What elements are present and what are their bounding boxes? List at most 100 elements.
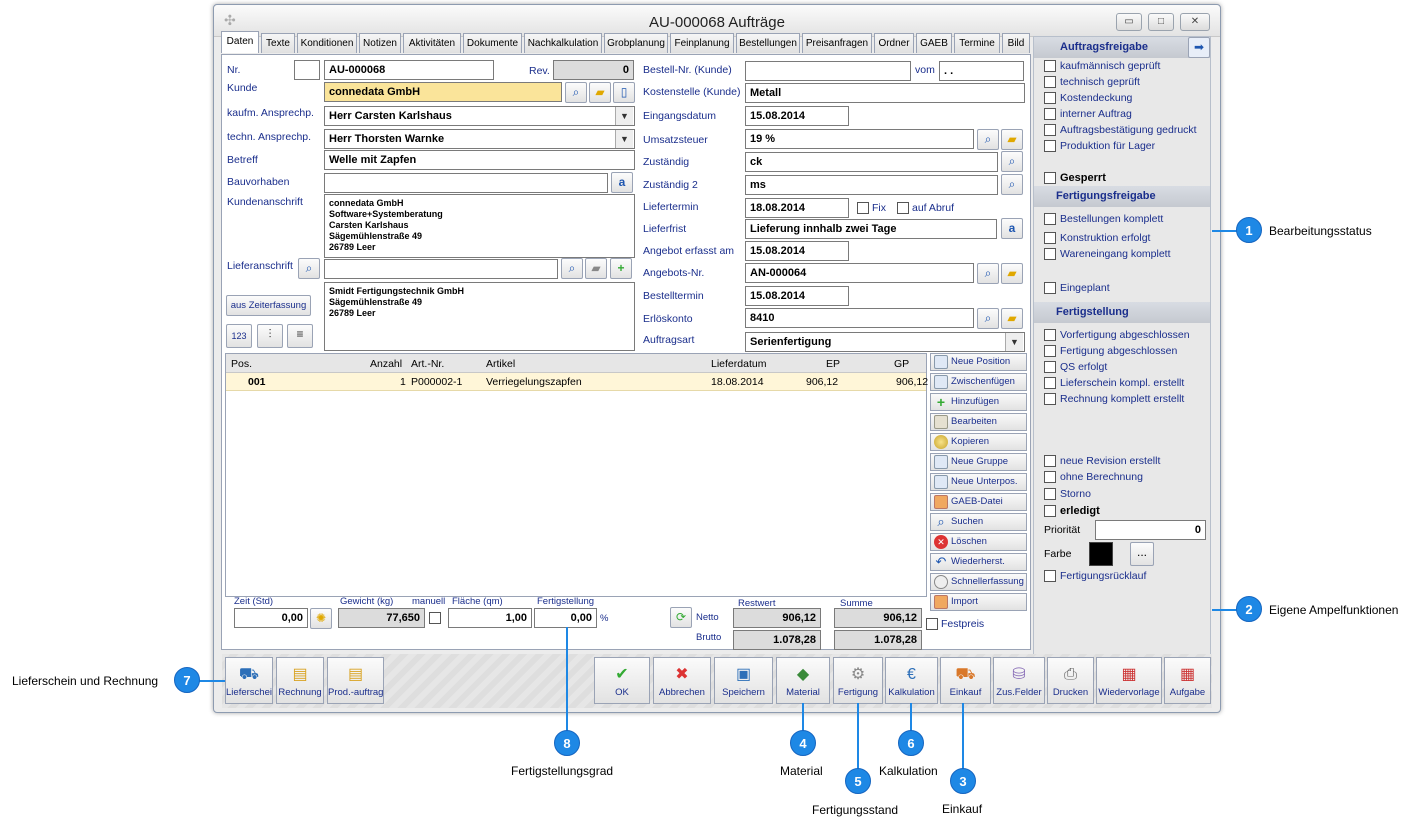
summe-brutto-field[interactable]: 1.078,28	[834, 630, 922, 650]
color-picker-button[interactable]: ...	[1130, 542, 1154, 566]
material-button[interactable]: ◆ Material	[776, 657, 830, 704]
search-icon[interactable]: ⌕	[298, 258, 320, 279]
check-vorfertigung[interactable]	[1044, 329, 1056, 341]
tab-notizen[interactable]: Notizen	[359, 33, 401, 53]
check-qs[interactable]	[1044, 361, 1056, 373]
bestelltermin-field[interactable]: 15.08.2014	[745, 286, 849, 306]
tab-aktivitaeten[interactable]: Aktivitäten	[403, 33, 461, 53]
lieferanschrift-text[interactable]: Smidt Fertigungstechnik GmbH Sägemühlens…	[324, 282, 635, 351]
zustaendig2-field[interactable]: ms	[745, 175, 998, 195]
minimize-button[interactable]: ▭	[1116, 13, 1142, 31]
tree-icon[interactable]: ⫶	[257, 324, 283, 348]
check-revision[interactable]	[1044, 455, 1056, 467]
nr-field[interactable]: AU-000068	[324, 60, 494, 80]
lightbulb-icon[interactable]: ✺	[310, 608, 332, 629]
kostenstelle-field[interactable]: Metall	[745, 83, 1025, 103]
tab-ordner[interactable]: Ordner	[874, 33, 914, 53]
import-button[interactable]: Import	[930, 593, 1027, 611]
search-icon[interactable]: ⌕	[1001, 174, 1023, 195]
zustaendig-field[interactable]: ck	[745, 152, 998, 172]
check-wareneingang[interactable]	[1044, 248, 1056, 260]
auftragsart-select[interactable]: Serienfertigung	[745, 332, 1025, 352]
bearbeiten-button[interactable]: Bearbeiten	[930, 413, 1027, 431]
close-button[interactable]: ✕	[1180, 13, 1210, 31]
hinzufuegen-button[interactable]: + Hinzufügen	[930, 393, 1027, 411]
check-fertigung[interactable]	[1044, 345, 1056, 357]
check-eingeplant[interactable]	[1044, 282, 1056, 294]
kopieren-button[interactable]: Kopieren	[930, 433, 1027, 451]
techn-select[interactable]: Herr Thorsten Warnke	[324, 129, 635, 149]
tab-grobplanung[interactable]: Grobplanung	[604, 33, 668, 53]
col-pos[interactable]: Pos.	[231, 358, 252, 370]
chevron-down-icon[interactable]: ▼	[615, 107, 633, 125]
tab-bestellungen[interactable]: Bestellungen	[736, 33, 800, 53]
check-bestellungen[interactable]	[1044, 213, 1056, 225]
kunde-field[interactable]: connedata GmbH	[324, 82, 562, 102]
col-artnr[interactable]: Art.-Nr.	[411, 358, 444, 370]
numbering-button[interactable]: 123	[226, 324, 252, 348]
neue-position-button[interactable]: Neue Position	[930, 353, 1027, 371]
tab-texte[interactable]: Texte	[261, 33, 295, 53]
ok-button[interactable]: ✔ OK	[594, 657, 650, 704]
angebotsnr-field[interactable]: AN-000064	[745, 263, 974, 283]
manuell-checkbox[interactable]	[429, 612, 441, 624]
check-konstruktion[interactable]	[1044, 232, 1056, 244]
liefertermin-field[interactable]: 18.08.2014	[745, 198, 849, 218]
wiedervorlage-button[interactable]: ▦ Wiedervorlage	[1096, 657, 1162, 704]
betreff-field[interactable]: Welle mit Zapfen	[324, 150, 635, 170]
lieferschein-button[interactable]: ⛟ Lieferschei	[225, 657, 273, 704]
text-format-icon[interactable]: a	[611, 172, 633, 193]
tab-nachkalkulation[interactable]: Nachkalkulation	[524, 33, 602, 53]
col-artikel[interactable]: Artikel	[486, 358, 515, 370]
col-anzahl[interactable]: Anzahl	[370, 358, 402, 370]
arrow-right-icon[interactable]: ➡	[1188, 37, 1210, 58]
zusfelder-button[interactable]: ⛁ Zus.Felder	[993, 657, 1045, 704]
prod-auftrag-button[interactable]: ▤ Prod.-auftrag	[327, 657, 384, 704]
gaeb-datei-button[interactable]: GAEB-Datei	[930, 493, 1027, 511]
erloeskonto-field[interactable]: 8410	[745, 308, 974, 328]
check-lieferschein[interactable]	[1044, 377, 1056, 389]
abruf-checkbox[interactable]	[897, 202, 909, 214]
col-lieferdatum[interactable]: Lieferdatum	[711, 358, 766, 370]
search-icon[interactable]: ⌕	[561, 258, 583, 279]
lieferanschrift-field[interactable]	[324, 259, 558, 279]
vom-field[interactable]: . .	[939, 61, 1024, 81]
fertigung-button[interactable]: ⚙ Fertigung	[833, 657, 883, 704]
schnellerfassung-button[interactable]: Schnellerfassung	[930, 573, 1027, 591]
neue-unterpos-button[interactable]: Neue Unterpos.	[930, 473, 1027, 491]
search-icon[interactable]: ⌕	[977, 129, 999, 150]
suchen-button[interactable]: ⌕ Suchen	[930, 513, 1027, 531]
search-icon[interactable]: ⌕	[977, 308, 999, 329]
folder-icon[interactable]: ▰	[589, 82, 611, 103]
summe-netto-field[interactable]: 906,12	[834, 608, 922, 628]
tab-dokumente[interactable]: Dokumente	[463, 33, 522, 53]
aufgabe-button[interactable]: ▦ Aufgabe	[1164, 657, 1211, 704]
search-icon[interactable]: ⌕	[977, 263, 999, 284]
wiederherst-button[interactable]: ↶ Wiederherst.	[930, 553, 1027, 571]
drucken-button[interactable]: ⎙ Drucken	[1047, 657, 1094, 704]
bauvorhaben-field[interactable]	[324, 173, 608, 193]
lieferfrist-field[interactable]: Lieferung innhalb zwei Tage	[745, 219, 997, 239]
check-storno[interactable]	[1044, 488, 1056, 500]
check-erledigt[interactable]	[1044, 505, 1056, 517]
gewicht-field[interactable]: 77,650	[338, 608, 425, 628]
zwischenfuegen-button[interactable]: Zwischenfügen	[930, 373, 1027, 391]
flaeche-field[interactable]: 1,00	[448, 608, 532, 628]
document-icon[interactable]: ▯	[613, 82, 635, 103]
check-kostendeckung[interactable]	[1044, 92, 1056, 104]
search-icon[interactable]: ⌕	[565, 82, 587, 103]
zeiterfassung-button[interactable]: aus Zeiterfassung	[226, 295, 311, 316]
check-ohne-berechnung[interactable]	[1044, 471, 1056, 483]
col-gp[interactable]: GP	[894, 358, 909, 370]
check-gesperrt[interactable]	[1044, 172, 1056, 184]
chevron-down-icon[interactable]: ▼	[1005, 333, 1023, 351]
eingangsdatum-field[interactable]: 15.08.2014	[745, 106, 849, 126]
abbrechen-button[interactable]: ✖ Abbrechen	[653, 657, 711, 704]
festpreis-checkbox[interactable]	[926, 618, 938, 630]
loeschen-button[interactable]: ✕ Löschen	[930, 533, 1027, 551]
folder-icon[interactable]: ▰	[1001, 308, 1023, 329]
search-icon[interactable]: ⌕	[1001, 151, 1023, 172]
folder-icon[interactable]: ▰	[1001, 263, 1023, 284]
check-rechnung[interactable]	[1044, 393, 1056, 405]
speichern-button[interactable]: ▣ Speichern	[714, 657, 773, 704]
